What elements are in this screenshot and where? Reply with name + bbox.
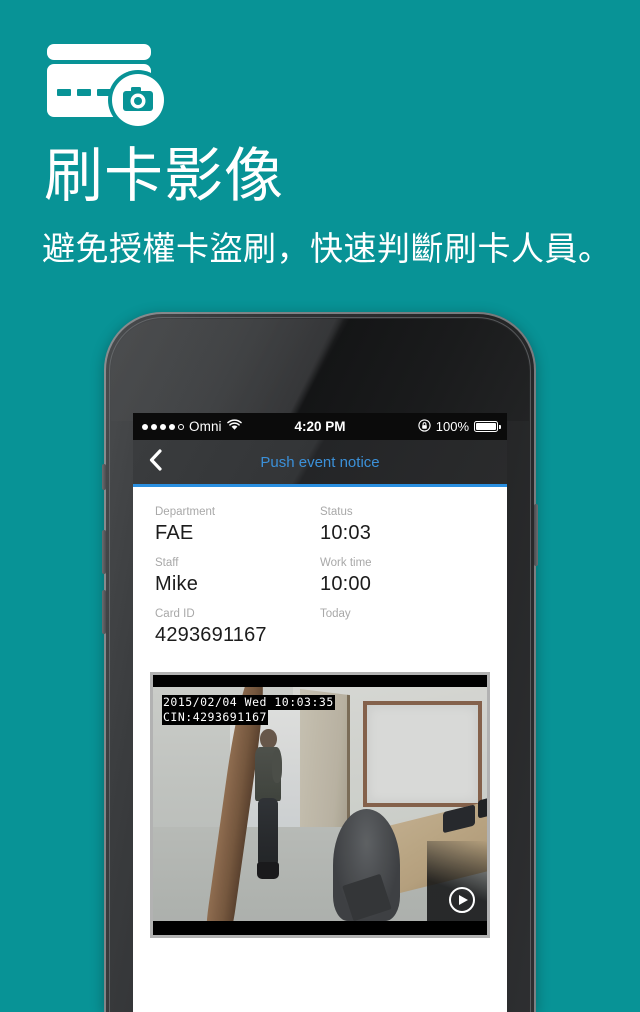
detail-field-staff: Staff Mike xyxy=(155,556,320,607)
cctv-video-thumbnail[interactable]: 2015/02/04 Wed 10:03:35 CIN:4293691167 xyxy=(150,672,490,938)
nav-bar: Push event notice xyxy=(133,440,507,487)
power-button[interactable] xyxy=(534,504,538,566)
nav-title: Push event notice xyxy=(260,453,380,471)
phone-screen: Omni 4:20 PM 100% Push event notice Depa… xyxy=(133,413,507,1012)
detail-row: Card ID 4293691167 Today xyxy=(155,607,485,658)
carrier-name: Omni xyxy=(189,419,222,434)
battery-percent-label: 100% xyxy=(435,419,469,434)
play-icon[interactable] xyxy=(449,887,475,913)
scene-person xyxy=(253,729,283,879)
detail-field-today: Today xyxy=(320,607,485,658)
battery-icon xyxy=(474,421,501,432)
volume-up-button[interactable] xyxy=(102,530,106,574)
detail-value: Mike xyxy=(155,573,199,595)
back-button[interactable] xyxy=(133,440,177,484)
detail-field-card-id: Card ID 4293691167 xyxy=(155,607,320,658)
detail-value: 10:03 xyxy=(320,522,372,544)
phone-top-bezel xyxy=(111,319,529,421)
phone-mockup: Omni 4:20 PM 100% Push event notice Depa… xyxy=(102,312,538,1012)
osd-timestamp: 2015/02/04 Wed 10:03:35 xyxy=(162,695,335,710)
detail-value: 10:00 xyxy=(320,573,372,595)
detail-value: 4293691167 xyxy=(155,624,267,646)
detail-label: Card ID xyxy=(155,608,195,620)
detail-label: Staff xyxy=(155,557,179,569)
detail-field-work-time: Work time 10:00 xyxy=(320,556,485,607)
scene-whiteboard xyxy=(363,701,482,808)
osd-card-number: CIN:4293691167 xyxy=(162,710,268,725)
event-details: Department FAE Status 10:03 Staff Mike W… xyxy=(133,487,507,664)
wifi-icon xyxy=(226,419,242,434)
status-bar-right: 100% xyxy=(320,418,501,435)
detail-label: Today xyxy=(320,608,351,620)
detail-field-department: Department FAE xyxy=(155,505,320,556)
silent-switch-button[interactable] xyxy=(102,464,106,490)
chevron-left-icon xyxy=(148,448,163,476)
detail-label: Department xyxy=(155,506,216,518)
page-title: 刷卡影像 xyxy=(44,143,285,209)
screen-gloss-reflection xyxy=(111,319,437,421)
signal-strength-icon xyxy=(142,423,184,430)
detail-value: FAE xyxy=(155,522,194,544)
video-letterbox-bottom xyxy=(153,921,487,935)
status-bar: Omni 4:20 PM 100% xyxy=(133,413,507,440)
page-subtitle: 避免授權卡盜刷，快速判斷刷卡人員。 xyxy=(42,230,612,267)
detail-row: Department FAE Status 10:03 xyxy=(155,505,485,556)
video-osd-overlay: 2015/02/04 Wed 10:03:35 CIN:4293691167 xyxy=(162,695,335,725)
status-bar-left: Omni xyxy=(142,419,320,434)
detail-field-status: Status 10:03 xyxy=(320,505,485,556)
hero-banner: 刷卡影像 避免授權卡盜刷，快速判斷刷卡人員。 xyxy=(0,0,640,300)
volume-down-button[interactable] xyxy=(102,590,106,634)
video-letterbox-top xyxy=(153,675,487,687)
card-camera-icon xyxy=(45,44,195,136)
detail-label: Work time xyxy=(320,557,372,569)
detail-label: Status xyxy=(320,506,353,518)
rotation-lock-icon xyxy=(418,418,431,435)
detail-row: Staff Mike Work time 10:00 xyxy=(155,556,485,607)
